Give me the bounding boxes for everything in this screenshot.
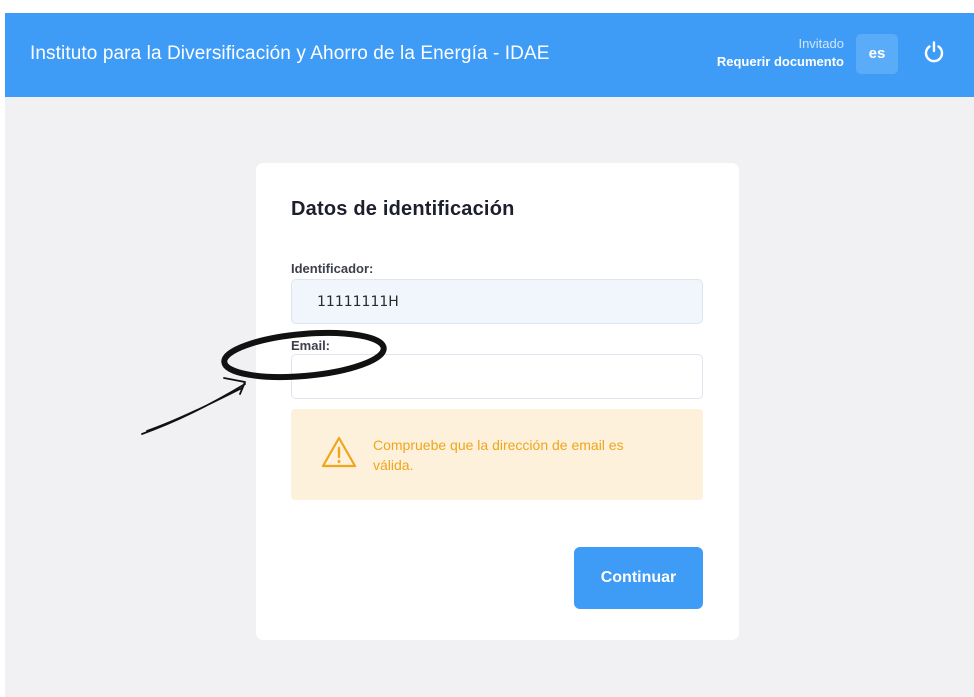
page-background: Instituto para la Diversificación y Ahor…	[5, 13, 974, 697]
language-button[interactable]: es	[856, 34, 898, 74]
app-title: Instituto para la Diversificación y Ahor…	[30, 43, 550, 64]
card-title: Datos de identificación	[291, 198, 515, 220]
request-document-link[interactable]: Requerir documento	[717, 53, 844, 71]
identification-card: Datos de identificación Identificador: E…	[256, 163, 739, 640]
warning-text: Compruebe que la dirección de email es v…	[373, 437, 624, 473]
email-input[interactable]	[291, 354, 703, 399]
warning-triangle-icon	[321, 436, 357, 468]
email-label: Email:	[291, 338, 331, 353]
top-bar: Instituto para la Diversificación y Ahor…	[5, 13, 974, 97]
user-info: Invitado Requerir documento	[717, 35, 844, 71]
user-role: Invitado	[798, 36, 844, 51]
identifier-input[interactable]	[291, 279, 703, 324]
identifier-label: Identificador:	[291, 261, 374, 276]
email-warning-alert: Compruebe que la dirección de email es v…	[291, 409, 703, 500]
logout-button[interactable]	[919, 37, 949, 67]
power-icon	[924, 41, 944, 63]
continue-button[interactable]: Continuar	[574, 547, 703, 609]
